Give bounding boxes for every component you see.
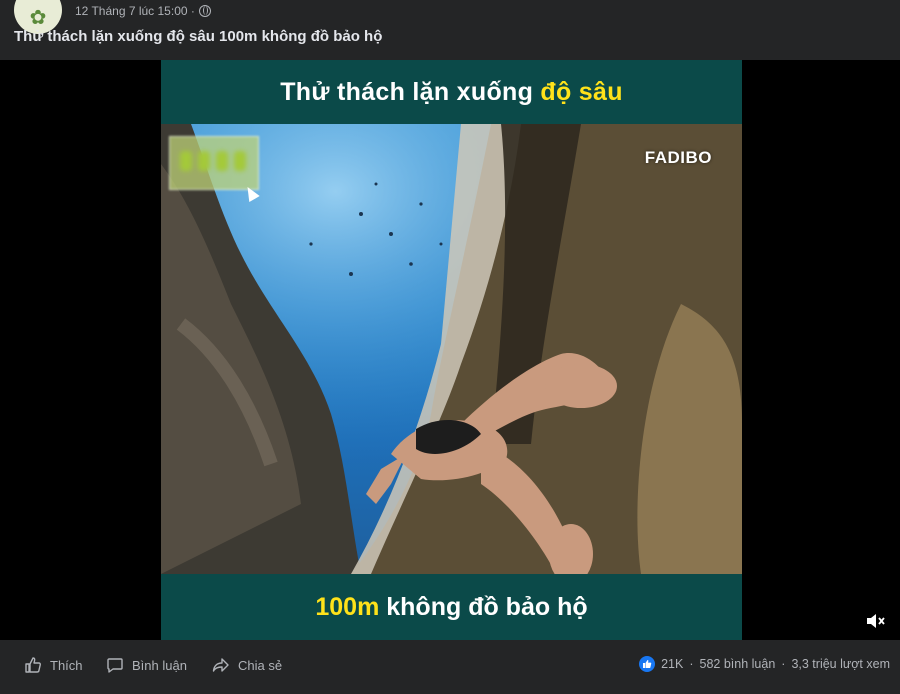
comment-label: Bình luận xyxy=(132,657,187,673)
like-reaction-icon xyxy=(639,656,656,672)
post-header: ✿ 12 Tháng 7 lúc 15:00 · Thử thách lặn x… xyxy=(0,0,900,60)
timestamp-text: 12 Tháng 7 lúc 15:00 · xyxy=(75,4,195,18)
comment-count[interactable]: 582 bình luận xyxy=(700,657,776,671)
comment-icon xyxy=(107,658,123,673)
stats-separator: · xyxy=(781,657,786,671)
post-timestamp[interactable]: 12 Tháng 7 lúc 15:00 · xyxy=(75,4,211,18)
video-frame[interactable]: Thử thách lặn xuống độ sâu FADIBO 100m k… xyxy=(161,60,742,640)
like-count[interactable]: 21K xyxy=(661,657,683,671)
video-bottom-caption: 100m không đồ bảo hộ xyxy=(161,574,742,640)
bottom-caption-highlight: 100m xyxy=(315,592,380,621)
video-top-caption: Thử thách lặn xuống độ sâu xyxy=(161,60,742,124)
like-button[interactable]: Thích xyxy=(24,656,83,674)
share-label: Chia sẻ xyxy=(238,657,283,673)
top-caption-plain: Thử thách lặn xuống xyxy=(280,77,541,106)
globe-icon xyxy=(198,5,211,17)
clover-icon: ✿ xyxy=(29,6,47,29)
thumbs-up-icon xyxy=(25,657,41,673)
mute-icon[interactable] xyxy=(864,610,886,632)
channel-watermark: FADIBO xyxy=(644,148,712,167)
comment-button[interactable]: Bình luận xyxy=(106,656,187,674)
underwater-scene: FADIBO xyxy=(161,124,742,574)
like-label: Thích xyxy=(50,657,83,673)
view-count: 3,3 triệu lượt xem xyxy=(791,657,890,671)
top-caption-highlight: độ sâu xyxy=(540,77,623,106)
share-button[interactable]: Chia sẻ xyxy=(212,656,282,674)
stats-separator: · xyxy=(689,657,694,671)
bottom-caption-plain: không đồ bảo hộ xyxy=(379,592,588,621)
share-icon xyxy=(212,658,229,672)
video-player[interactable]: Thử thách lặn xuống độ sâu FADIBO 100m k… xyxy=(0,60,900,640)
post-stats: 21K · 582 bình luận · 3,3 triệu lượt xem xyxy=(639,656,890,672)
post-text: Thử thách lặn xuống độ sâu 100m không đồ… xyxy=(14,28,383,45)
blurred-logo-badge xyxy=(169,136,259,190)
post-action-bar: Thích Bình luận Chia sẻ 21K · 582 bình l… xyxy=(0,640,900,694)
